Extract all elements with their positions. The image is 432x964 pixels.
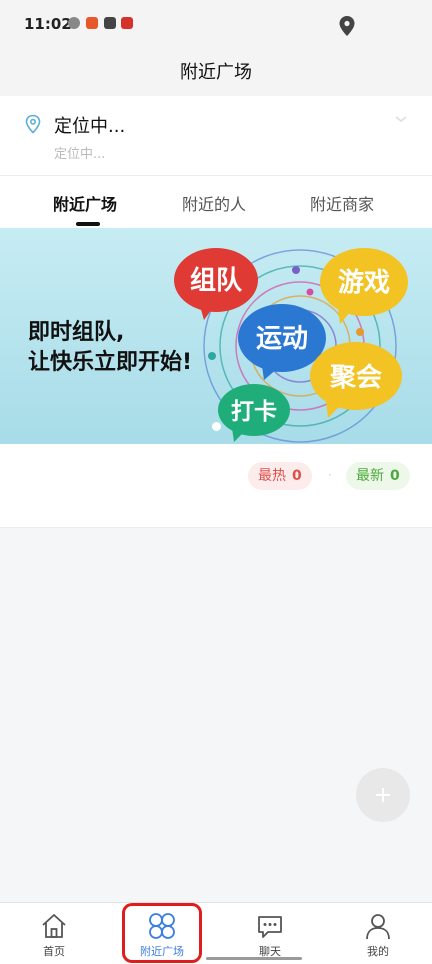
bottom-navigation-bar: 首页 附近广场 聊天 我的 — [0, 902, 432, 964]
location-detail: 定位中... — [54, 147, 106, 162]
page-title: 附近广场 — [180, 62, 252, 83]
banner-slogan-line1: 即时组队, — [28, 320, 125, 345]
bubble-label: 打卡 — [231, 398, 277, 425]
tab-nearby-people[interactable]: 附近的人 — [182, 191, 246, 215]
tab-nearby-merchants[interactable]: 附近商家 — [310, 191, 374, 215]
bubble-label: 聚会 — [329, 363, 382, 393]
app-notification-icon — [121, 17, 133, 29]
sort-newest-label: 最新 — [356, 468, 384, 484]
sort-filter-bar: 最热 0 · 最新 0 — [0, 444, 432, 528]
nav-home-label: 首页 — [43, 945, 65, 958]
home-icon — [42, 914, 66, 938]
sort-hottest-button[interactable]: 最热 0 — [248, 462, 312, 490]
tab-bar: 附近广场 附近的人 附近商家 — [0, 176, 432, 228]
bubble-team-up: 组队 — [174, 248, 258, 320]
bubble-game: 游戏 — [320, 248, 408, 324]
app-notification-icon — [86, 17, 98, 29]
sort-newest-button[interactable]: 最新 0 — [346, 462, 410, 490]
nav-home[interactable]: 首页 — [0, 903, 108, 964]
location-pin-icon — [25, 114, 41, 134]
banner-slogan-line2: 让快乐立即开始! — [28, 350, 193, 375]
home-gesture-indicator[interactable] — [206, 957, 302, 960]
bubble-check-in: 打卡 — [218, 384, 290, 442]
bubble-gathering: 聚会 — [310, 342, 402, 418]
filter-separator: · — [328, 468, 332, 482]
bubble-label: 组队 — [190, 265, 243, 296]
tab-nearby-plaza[interactable]: 附近广场 — [53, 191, 117, 215]
mail-icon — [104, 17, 116, 29]
app-notification-icon — [68, 17, 80, 29]
bubble-label: 游戏 — [338, 268, 390, 298]
status-bar: 11:02 — [0, 0, 432, 48]
nav-chat[interactable]: 聊天 — [216, 903, 324, 964]
profile-icon — [366, 914, 390, 940]
highlight-annotation-box — [122, 903, 202, 963]
chat-icon — [258, 916, 282, 938]
carousel-pager-dot — [212, 422, 221, 431]
plus-icon — [376, 788, 390, 802]
sort-newest-count: 0 — [390, 468, 400, 484]
active-tab-indicator — [76, 222, 100, 226]
top-navigation-bar: 附近广场 — [0, 48, 432, 96]
bubble-label: 运动 — [256, 324, 308, 354]
chevron-down-icon[interactable] — [394, 114, 408, 124]
create-post-button[interactable] — [356, 768, 410, 822]
current-location[interactable]: 定位中... — [54, 112, 125, 138]
promo-banner[interactable]: 组队 游戏 运动 聚会 打卡 即时组队, 让快乐立即开始! — [0, 228, 432, 444]
sort-hottest-count: 0 — [292, 468, 302, 484]
location-service-icon — [339, 16, 355, 36]
nav-profile[interactable]: 我的 — [324, 903, 432, 964]
sort-hottest-label: 最热 — [258, 468, 286, 484]
status-time: 11:02 — [24, 15, 72, 33]
nav-profile-label: 我的 — [367, 945, 389, 958]
